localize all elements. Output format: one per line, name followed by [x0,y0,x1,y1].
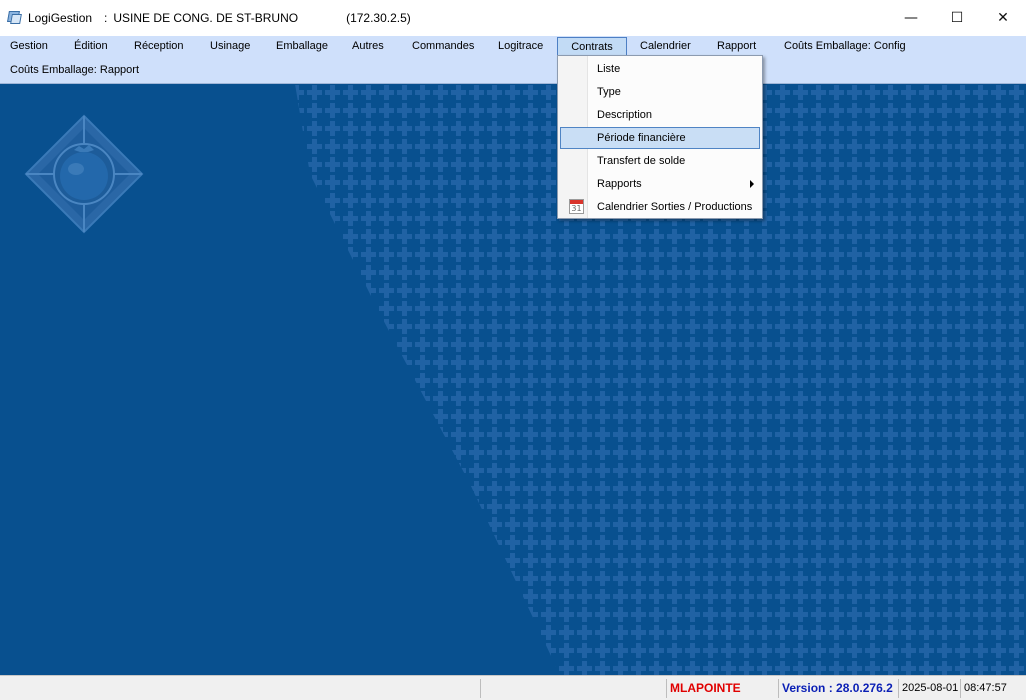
app-name: LogiGestion [28,11,93,25]
menu-item-label: Rapports [597,178,642,190]
calendar-icon-day: 31 [571,204,582,213]
menu-item-transfert-de-solde[interactable]: Transfert de solde [560,150,760,172]
status-version: Version : 28.0.276.2 [778,679,898,698]
menu-item-type[interactable]: Type [560,81,760,103]
submenu-arrow-icon [750,180,754,188]
minimize-button[interactable]: — [888,0,934,36]
menu-reception[interactable]: Réception [130,36,188,56]
status-bar: MLAPOINTE Version : 28.0.276.2 2025-08-0… [0,675,1026,700]
menu-commandes[interactable]: Commandes [408,36,478,56]
menu-couts-emballage-rapport[interactable]: Coûts Emballage: Rapport [6,60,143,80]
status-time: 08:47:57 [960,679,1022,698]
menu-item-label: Période financière [597,132,686,144]
menu-edition[interactable]: Édition [70,36,112,56]
status-panel-empty [480,679,666,698]
menu-item-calendrier-sorties-productions[interactable]: 31 Calendrier Sorties / Productions [560,196,760,218]
menu-usinage[interactable]: Usinage [206,36,254,56]
menu-rapport[interactable]: Rapport [713,36,760,56]
status-date: 2025-08-01 [898,679,960,698]
contrats-dropdown: Liste Type Description Période financièr… [557,55,763,219]
background-pattern [295,84,1026,675]
company-name: USINE DE CONG. DE ST-BRUNO [113,11,299,25]
menu-calendrier[interactable]: Calendrier [636,36,695,56]
menu-item-label: Transfert de solde [597,155,686,167]
menu-item-label: Calendrier Sorties / Productions [597,201,753,213]
menu-item-description[interactable]: Description [560,104,760,126]
menu-couts-emballage-config[interactable]: Coûts Emballage: Config [780,36,910,56]
menu-item-liste[interactable]: Liste [560,58,760,80]
company-logo [24,114,144,234]
menu-item-label: Description [597,109,653,121]
workspace [0,84,1026,675]
title-bar: LogiGestion : USINE DE CONG. DE ST-BRUNO… [0,0,1026,36]
menu-item-label: Type [597,86,621,98]
menu-item-rapports[interactable]: Rapports [560,173,760,195]
version-label: Version : [782,681,833,695]
menu-item-label: Liste [597,63,621,75]
menu-bar: Gestion Édition Réception Usinage Emball… [0,36,1026,84]
menu-logitrace[interactable]: Logitrace [494,36,547,56]
menu-autres[interactable]: Autres [348,36,388,56]
app-icon [6,10,22,26]
calendar-icon: 31 [569,199,584,214]
status-user: MLAPOINTE [666,679,778,698]
menu-emballage[interactable]: Emballage [272,36,332,56]
close-button[interactable]: ✕ [980,0,1026,36]
window-controls: — ☐ ✕ [888,0,1026,36]
title-separator: : [104,11,108,25]
server-ip: (172.30.2.5) [346,11,411,25]
menu-gestion[interactable]: Gestion [6,36,52,56]
maximize-button[interactable]: ☐ [934,0,980,36]
version-number: 28.0.276.2 [836,681,893,695]
menu-contrats[interactable]: Contrats [557,37,627,57]
menu-item-periode-financiere[interactable]: Période financière [560,127,760,149]
